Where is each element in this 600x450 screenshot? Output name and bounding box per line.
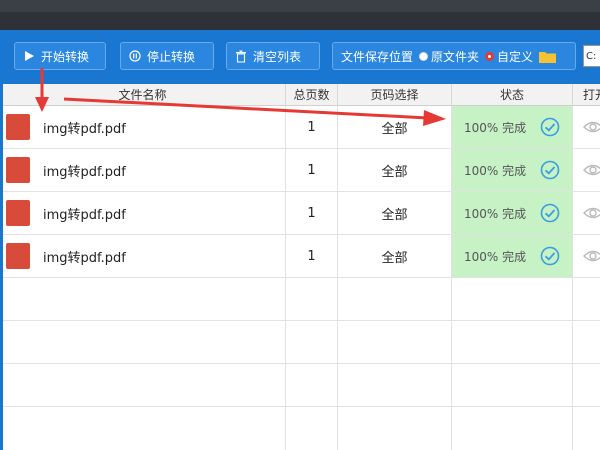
down-arrow-head [35,97,49,112]
right-arrow-shaft [63,97,429,120]
annotation-arrows [35,68,446,126]
right-arrow-head [423,110,446,126]
